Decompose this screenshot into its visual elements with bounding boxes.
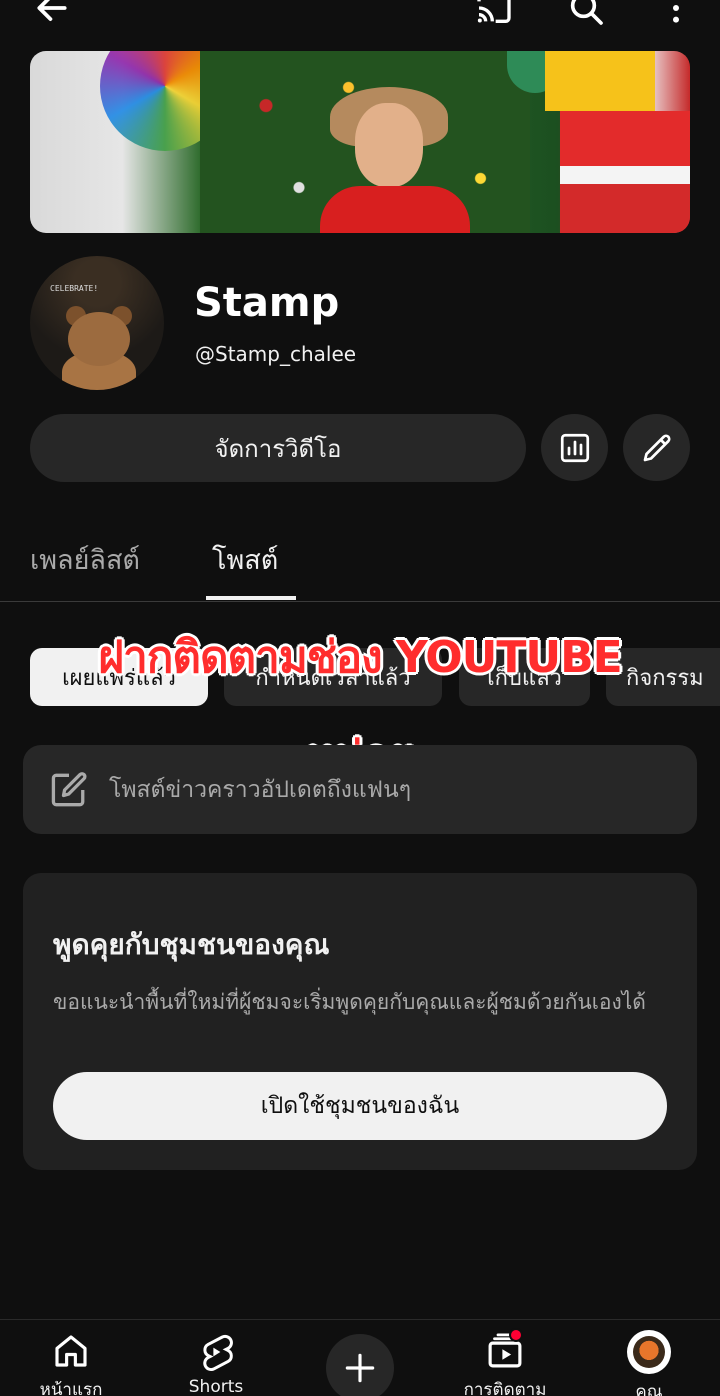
nav-shorts-label: Shorts [188,1377,244,1396]
community-card: พูดคุยกับชุมชนของคุณ ขอแนะนำพื้นที่ใหม่ท… [23,873,697,1170]
channel-avatar[interactable]: CELEBRATE! [30,256,164,390]
banner-santa [560,111,690,233]
banner-face [355,103,423,187]
avatar-bear-face [68,312,130,366]
analytics-button[interactable] [541,414,608,481]
cast-button[interactable] [472,0,516,30]
arrow-left-icon [37,0,67,21]
channel-banner[interactable] [30,51,690,233]
search-button[interactable] [564,0,608,30]
active-tab-indicator [206,596,296,600]
bottom-navigation: หน้าแรก Shorts การติดตาม คุณ [0,1319,720,1396]
top-app-bar [0,0,720,40]
nav-subscriptions-label: การติดตาม [463,1380,547,1396]
you-avatar [627,1330,671,1374]
more-vertical-icon [673,5,679,23]
post-composer[interactable]: โพสต์ข่าวคราวอัปเดตถึงแฟนๆ [23,745,697,834]
channel-handle: @Stamp_chalee [195,342,357,366]
nav-home[interactable]: หน้าแรก [16,1320,126,1396]
nav-home-label: หน้าแรก [39,1380,103,1396]
overlay-caption-line1: ฝากติดตามช่อง YOUTUBE [98,632,622,683]
nav-shorts[interactable]: Shorts [161,1320,271,1396]
nav-you-label: คุณ [635,1382,663,1396]
banner-body [320,186,470,233]
tab-playlists[interactable]: เพลย์ลิสต์ [30,538,140,581]
cast-icon [477,0,511,23]
pencil-icon [643,433,671,461]
create-button[interactable] [326,1334,394,1396]
home-icon [55,1335,87,1367]
channel-name: Stamp [194,280,340,326]
edit-channel-button[interactable] [623,414,690,481]
nav-subscriptions[interactable]: การติดตาม [450,1320,560,1396]
manage-videos-button[interactable]: จัดการวิดีโอ [30,414,526,482]
shorts-icon [203,1334,233,1371]
tab-posts[interactable]: โพสต์ [212,538,278,581]
avatar-caption: CELEBRATE! [50,284,99,293]
notification-dot [509,1328,523,1342]
banner-gift [545,51,655,111]
community-card-title: พูดคุยกับชุมชนของคุณ [53,928,330,961]
composer-placeholder: โพสต์ข่าวคราวอัปเดตถึงแฟนๆ [109,776,412,803]
back-button[interactable] [30,0,74,30]
edit-square-icon [51,771,87,806]
channel-tabs: เพลย์ลิสต์ โพสต์ [0,530,720,602]
nav-you[interactable]: คุณ [594,1320,704,1396]
enable-community-button[interactable]: เปิดใช้ชุมชนของฉัน [53,1072,667,1140]
search-icon [570,0,603,25]
plus-icon [345,1353,375,1383]
more-options-button[interactable] [654,0,698,30]
analytics-icon [560,433,589,462]
community-card-description: ขอแนะนำพื้นที่ใหม่ที่ผู้ชมจะเริ่มพูดคุยก… [53,990,646,1014]
